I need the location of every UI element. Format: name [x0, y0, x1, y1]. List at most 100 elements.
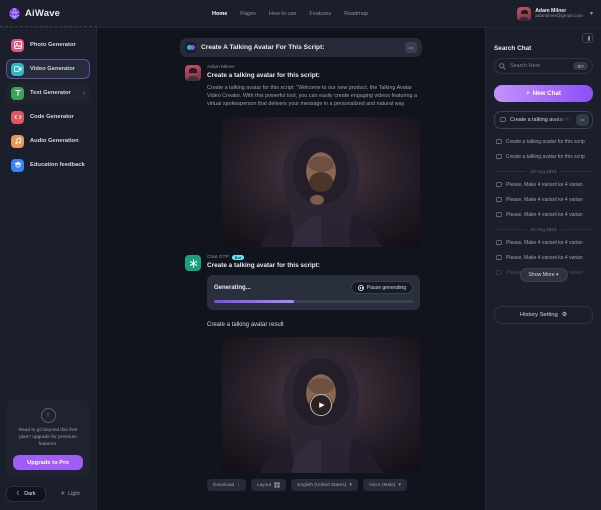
sidebar-item-label: Audio Generation: [30, 138, 79, 144]
result-label: Create a talking avatar result: [207, 322, 420, 328]
user-avatar: [517, 7, 531, 21]
history-item[interactable]: Please, Make 4 variant ke 4 varian: [494, 250, 593, 265]
play-icon: ▶: [319, 401, 324, 409]
sidebar-item-audio-generation[interactable]: Audio Generation: [6, 131, 90, 151]
download-button[interactable]: Download ↓: [207, 479, 246, 491]
sidebar-item-photo-generator[interactable]: Photo Generator: [6, 35, 90, 55]
language-select[interactable]: English (United States) ▾: [291, 479, 358, 491]
sidebar-item-text-generator[interactable]: Text Generator ›: [6, 83, 90, 103]
audio-icon: [11, 135, 24, 148]
top-bar: AiWave Home Pages How to use Features Ro…: [0, 0, 601, 28]
generating-label: Generating...: [214, 285, 251, 291]
sidebar-item-label: Code Generator: [30, 114, 74, 120]
bot-avatar: [185, 255, 201, 271]
message-icon: [496, 240, 502, 246]
search-shortcut-badge: ⌘F: [573, 62, 588, 70]
sidebar-item-label: Video Generator: [30, 66, 75, 72]
chevron-down-icon: ▾: [590, 10, 593, 17]
message-icon: [496, 154, 502, 160]
message-icon: [496, 270, 502, 276]
sidebar-item-label: Education feedback: [30, 162, 85, 168]
chat-menu-button[interactable]: •••: [405, 42, 417, 53]
layout-button[interactable]: Layout: [251, 479, 286, 491]
search-chat-title: Search Chat: [494, 45, 593, 52]
video-icon: [11, 63, 24, 76]
progress-track: [214, 300, 413, 303]
new-chat-button[interactable]: + New Chat: [494, 85, 593, 102]
brand-logo[interactable]: AiWave: [0, 0, 97, 27]
sidebar-item-code-generator[interactable]: Code Generator: [6, 107, 90, 127]
message-icon: [496, 182, 502, 188]
message-user-avatar: [185, 65, 201, 81]
avatar-source-image: [222, 117, 420, 247]
message-icon: [496, 255, 502, 261]
upgrade-arrow-icon: ↑: [41, 408, 56, 423]
upgrade-card: ↑ Read to go beyond this free plan? upgr…: [6, 399, 90, 478]
generating-card: Generating... Pause generating: [207, 275, 420, 310]
nav-pages[interactable]: Pages: [240, 11, 256, 17]
message-icon: [496, 212, 502, 218]
history-item[interactable]: Please, Make 4 variant ke 4 varian: [494, 177, 593, 192]
text-icon: [11, 87, 24, 100]
avatar-result-video: ▶: [222, 337, 420, 473]
user-message: Adam Milner Create a talking avatar for …: [180, 65, 422, 247]
date-divider: 21 Aug 2023: [494, 227, 593, 232]
light-mode-button[interactable]: ☀ Light: [50, 486, 90, 502]
history-setting-button[interactable]: History Setting ⚙: [494, 306, 593, 324]
aiwave-logo-icon: [8, 7, 21, 20]
show-more-button[interactable]: Show More ▾: [519, 268, 567, 282]
message-icon: [496, 139, 502, 145]
search-box: ⌘F: [494, 58, 593, 74]
main-nav: Home Pages How to use Features Roadmap: [212, 11, 368, 17]
new-chat-label: New Chat: [533, 90, 561, 97]
bot-author: Chat GTP: [207, 255, 229, 260]
dark-mode-button[interactable]: ☾ Dark: [6, 486, 46, 502]
nav-home[interactable]: Home: [212, 11, 227, 17]
active-chat-item[interactable]: Create a talking avatar for this scrip •…: [494, 111, 593, 129]
chat-item-menu-button[interactable]: •••: [576, 114, 589, 126]
search-input[interactable]: [510, 63, 569, 69]
panel-toggle-icon[interactable]: [582, 33, 593, 43]
sidebar-item-education-feedback[interactable]: Education feedback: [6, 155, 90, 175]
download-icon: ↓: [237, 482, 240, 488]
app: AiWave Home Pages How to use Features Ro…: [0, 0, 601, 510]
education-icon: [11, 159, 24, 172]
sidebar-item-video-generator[interactable]: Video Generator: [6, 59, 90, 79]
nav-roadmap[interactable]: Roadmap: [344, 11, 368, 17]
sun-icon: ☀: [60, 491, 65, 497]
result-toolbar: Download ↓ Layout English (United States…: [207, 479, 420, 491]
right-sidebar: Search Chat ⌘F + New Chat Create a talki…: [485, 28, 601, 510]
history-item[interactable]: Please, Make 4 variant ke 4 varian: [494, 235, 593, 250]
user-email: adamilner@gmail.com: [535, 14, 583, 19]
chat-title: Create A Talking Avatar For This Script:: [201, 44, 324, 51]
date-divider: 22 Aug 2023: [494, 169, 593, 174]
history-list: Create a talking avatar for this scrip C…: [494, 134, 593, 280]
plus-icon: +: [526, 90, 530, 97]
message-title: Create a talking avatar for this script:: [207, 72, 420, 79]
code-icon: [11, 111, 24, 124]
dark-label: Dark: [24, 491, 35, 497]
user-profile-menu[interactable]: Adam Milner adamilner@gmail.com ▾: [517, 7, 601, 21]
history-item[interactable]: Create a talking avatar for this scrip: [494, 149, 593, 164]
chat-title-icon: [185, 42, 196, 53]
message-body: Create a talking avatar for this script:…: [207, 84, 420, 108]
play-button[interactable]: ▶: [310, 394, 332, 416]
nav-features[interactable]: Features: [309, 11, 331, 17]
active-chat-label: Create a talking avatar for this scrip: [510, 117, 572, 123]
light-label: Light: [68, 491, 80, 497]
brand-name: AiWave: [25, 8, 60, 19]
chat-header: Create A Talking Avatar For This Script:…: [180, 38, 422, 57]
progress-fill: [214, 300, 294, 303]
pause-generating-button[interactable]: Pause generating: [351, 281, 413, 294]
upgrade-to-pro-button[interactable]: Upgrade to Pro: [13, 455, 83, 470]
nav-how-to-use[interactable]: How to use: [269, 11, 297, 17]
chevron-down-icon: ▾: [399, 482, 402, 488]
history-item[interactable]: Please, Make 4 variant ke 4 varian: [494, 207, 593, 222]
bot-badge: Bot: [232, 255, 244, 260]
chevron-right-icon: ›: [83, 90, 85, 97]
voice-select[interactable]: Voice (Male) ▾: [363, 479, 407, 491]
bot-message: Chat GTP Bot Create a talking avatar for…: [180, 255, 422, 491]
left-sidebar: Photo Generator Video Generator Text Gen…: [0, 28, 97, 510]
history-item[interactable]: Please, Make 4 variant ke 4 varian: [494, 192, 593, 207]
history-item[interactable]: Create a talking avatar for this scrip: [494, 134, 593, 149]
